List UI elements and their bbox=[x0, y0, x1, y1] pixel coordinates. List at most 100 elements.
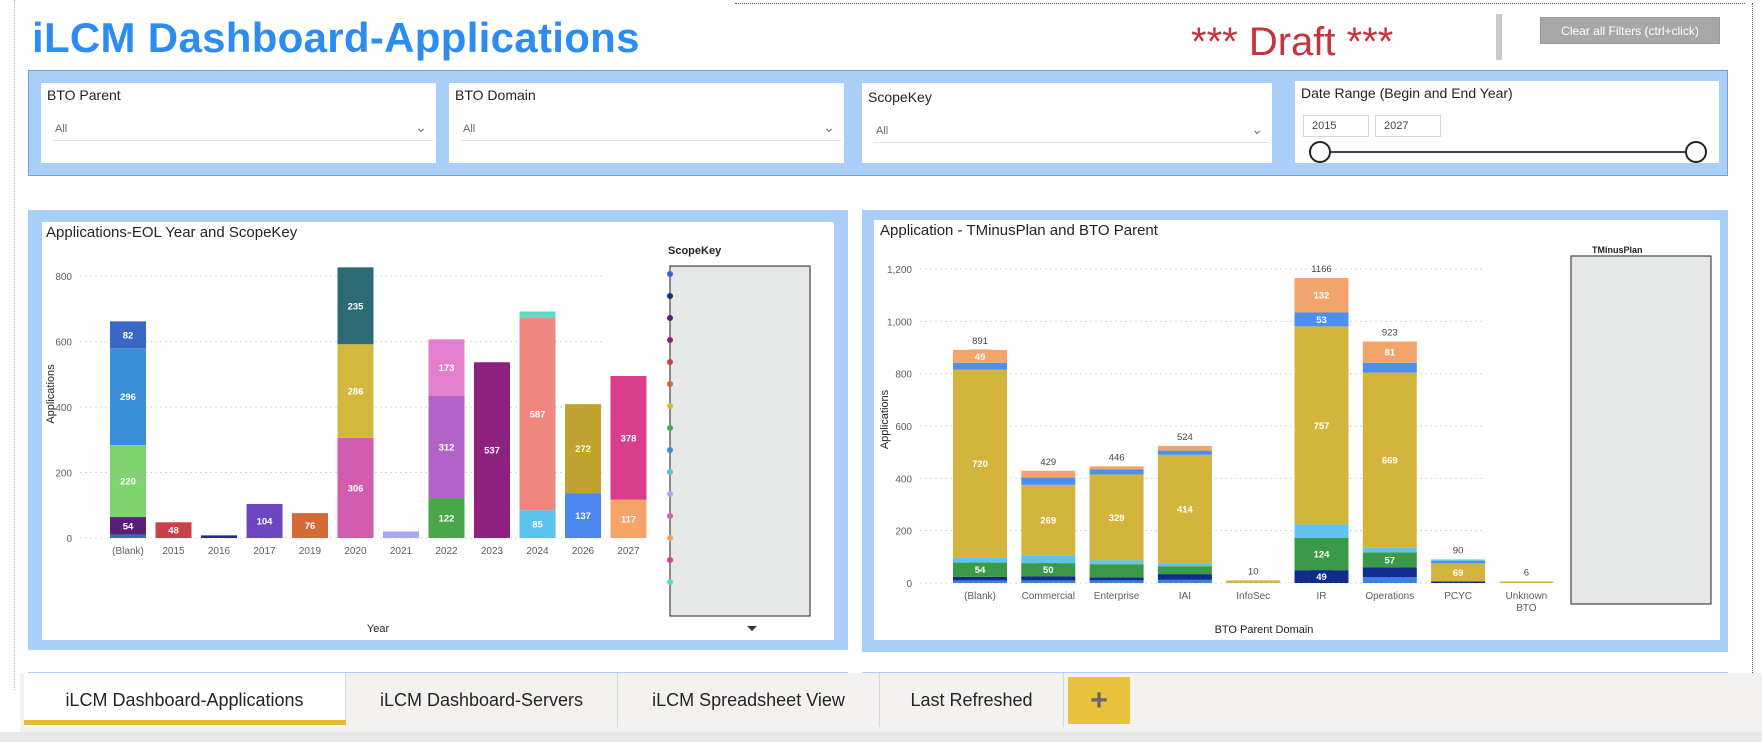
bar-segment bbox=[1089, 580, 1144, 583]
y-tick-label: 600 bbox=[895, 422, 912, 433]
draft-watermark: *** Draft *** bbox=[1191, 20, 1394, 64]
data-label: 669 bbox=[1382, 456, 1398, 467]
bar-segment bbox=[1362, 577, 1417, 583]
data-label: 104 bbox=[257, 516, 274, 527]
legend-color-dot bbox=[667, 293, 673, 299]
bar-segment bbox=[1089, 469, 1144, 475]
tab-last-refreshed[interactable]: Last Refreshed bbox=[880, 673, 1064, 727]
legend-color-dot bbox=[667, 557, 673, 563]
tab-ilcm-dashboard-applications[interactable]: iLCM Dashboard-Applications bbox=[24, 673, 346, 727]
x-tick-label: 2017 bbox=[253, 546, 276, 557]
bar-segment bbox=[1157, 566, 1212, 575]
bar-segment bbox=[383, 531, 419, 538]
y-axis-title: Applications bbox=[45, 364, 57, 424]
end-year-input[interactable]: 2027 bbox=[1375, 115, 1441, 137]
tab-ilcm-spreadsheet-view[interactable]: iLCM Spreadsheet View bbox=[618, 673, 880, 727]
scopekey-dropdown[interactable]: All ⌄ bbox=[874, 121, 1269, 143]
bto-parent-dropdown[interactable]: All ⌄ bbox=[53, 119, 433, 141]
legend-color-dot bbox=[667, 381, 673, 387]
x-tick-label: Commercial bbox=[1022, 591, 1075, 602]
data-label: 329 bbox=[1109, 513, 1125, 524]
bar-segment bbox=[1362, 547, 1417, 553]
header-divider bbox=[1496, 14, 1502, 60]
chevron-down-icon: ⌄ bbox=[1251, 121, 1263, 137]
x-tick-label: 2023 bbox=[481, 546, 504, 557]
scopekey-value: All bbox=[876, 125, 889, 137]
bto-parent-label: BTO Parent bbox=[47, 87, 121, 103]
bar-total-label: 923 bbox=[1382, 328, 1398, 339]
tab-ilcm-dashboard-servers[interactable]: iLCM Dashboard-Servers bbox=[346, 673, 618, 727]
y-tick-label: 1,200 bbox=[887, 265, 912, 276]
data-label: 54 bbox=[975, 565, 986, 576]
bar-segment bbox=[1157, 579, 1212, 583]
data-label: 587 bbox=[530, 410, 546, 421]
data-label: 48 bbox=[168, 526, 179, 537]
dashboard-canvas: iLCM Dashboard-Applications *** Draft **… bbox=[0, 0, 1762, 742]
bar-total-label: 429 bbox=[1040, 457, 1056, 468]
data-label: 757 bbox=[1314, 421, 1330, 432]
selection-border-right bbox=[1752, 3, 1753, 683]
data-label: 414 bbox=[1177, 504, 1194, 515]
data-label: 306 bbox=[348, 483, 364, 494]
date-range-label: Date Range (Begin and End Year) bbox=[1301, 85, 1513, 101]
data-label: 57 bbox=[1385, 555, 1396, 566]
selection-border-top bbox=[735, 3, 1745, 4]
x-tick-label: (Blank) bbox=[964, 591, 996, 602]
bar-segment bbox=[1021, 477, 1076, 485]
bto-domain-label: BTO Domain bbox=[455, 87, 536, 103]
bar-segment bbox=[201, 535, 237, 538]
legend-color-dot bbox=[667, 403, 673, 409]
bto-parent-value: All bbox=[55, 123, 68, 135]
y-tick-label: 0 bbox=[66, 534, 72, 545]
begin-year-input[interactable]: 2015 bbox=[1303, 115, 1369, 137]
data-label: 85 bbox=[532, 520, 543, 531]
data-label: 173 bbox=[439, 363, 455, 374]
begin-slider-handle[interactable] bbox=[1309, 141, 1331, 163]
bar-segment bbox=[1157, 563, 1212, 567]
x-tick-label: 2019 bbox=[299, 546, 322, 557]
y-tick-label: 200 bbox=[895, 527, 912, 538]
x-tick-label: 2016 bbox=[208, 546, 231, 557]
bar-total-label: 891 bbox=[972, 336, 988, 347]
bar-segment bbox=[1362, 567, 1417, 578]
y-tick-label: 200 bbox=[55, 469, 72, 480]
x-tick-label: 2024 bbox=[526, 546, 549, 557]
bto-domain-dropdown[interactable]: All ⌄ bbox=[461, 119, 841, 141]
data-label: 49 bbox=[1316, 572, 1327, 583]
active-tab-indicator bbox=[24, 720, 346, 725]
bar-segment bbox=[1362, 362, 1417, 373]
date-range-slicer: Date Range (Begin and End Year) 2015 202… bbox=[1295, 81, 1719, 163]
y-tick-label: 0 bbox=[906, 579, 912, 590]
data-label: 312 bbox=[439, 443, 455, 454]
bar-segment bbox=[1431, 559, 1486, 561]
x-axis-title: BTO Parent Domain bbox=[1215, 624, 1314, 636]
x-tick-label: IR bbox=[1317, 591, 1327, 602]
bto-domain-slicer: BTO Domain All ⌄ bbox=[449, 83, 844, 163]
data-label: 117 bbox=[621, 514, 636, 525]
legend-box bbox=[1570, 255, 1712, 605]
data-label: 54 bbox=[123, 521, 134, 532]
filter-band: BTO Parent All ⌄ BTO Domain All ⌄ ScopeK… bbox=[28, 70, 1728, 176]
clear-filters-button[interactable]: Clear all Filters (ctrl+click) bbox=[1540, 17, 1720, 44]
x-tick-label: Enterprise bbox=[1094, 591, 1140, 602]
bar-total-label: 10 bbox=[1248, 566, 1259, 577]
y-tick-label: 600 bbox=[55, 338, 72, 349]
bar-segment bbox=[1021, 470, 1076, 478]
data-label: 378 bbox=[621, 433, 637, 444]
bar-segment bbox=[1089, 560, 1144, 565]
legend-color-dot bbox=[667, 469, 673, 475]
bar-segment bbox=[1431, 560, 1486, 564]
bar-segment bbox=[1431, 581, 1486, 583]
eol-chart-svg: 0 200 400 600 800 Applications Year 54 220 296 82 (… bbox=[45, 245, 811, 635]
legend-title: ScopeKey bbox=[668, 245, 722, 257]
data-label: 49 bbox=[975, 352, 986, 363]
bar-segment bbox=[953, 576, 1007, 581]
bar-segment bbox=[1021, 576, 1076, 581]
legend-color-dot bbox=[667, 315, 673, 321]
end-slider-handle[interactable] bbox=[1685, 141, 1707, 163]
bar-segment bbox=[1157, 445, 1212, 451]
bar-segment bbox=[1089, 466, 1144, 470]
add-page-button[interactable]: + bbox=[1068, 677, 1130, 724]
legend-title: TMinusPlan bbox=[1592, 245, 1643, 255]
legend-color-dot bbox=[667, 359, 673, 365]
